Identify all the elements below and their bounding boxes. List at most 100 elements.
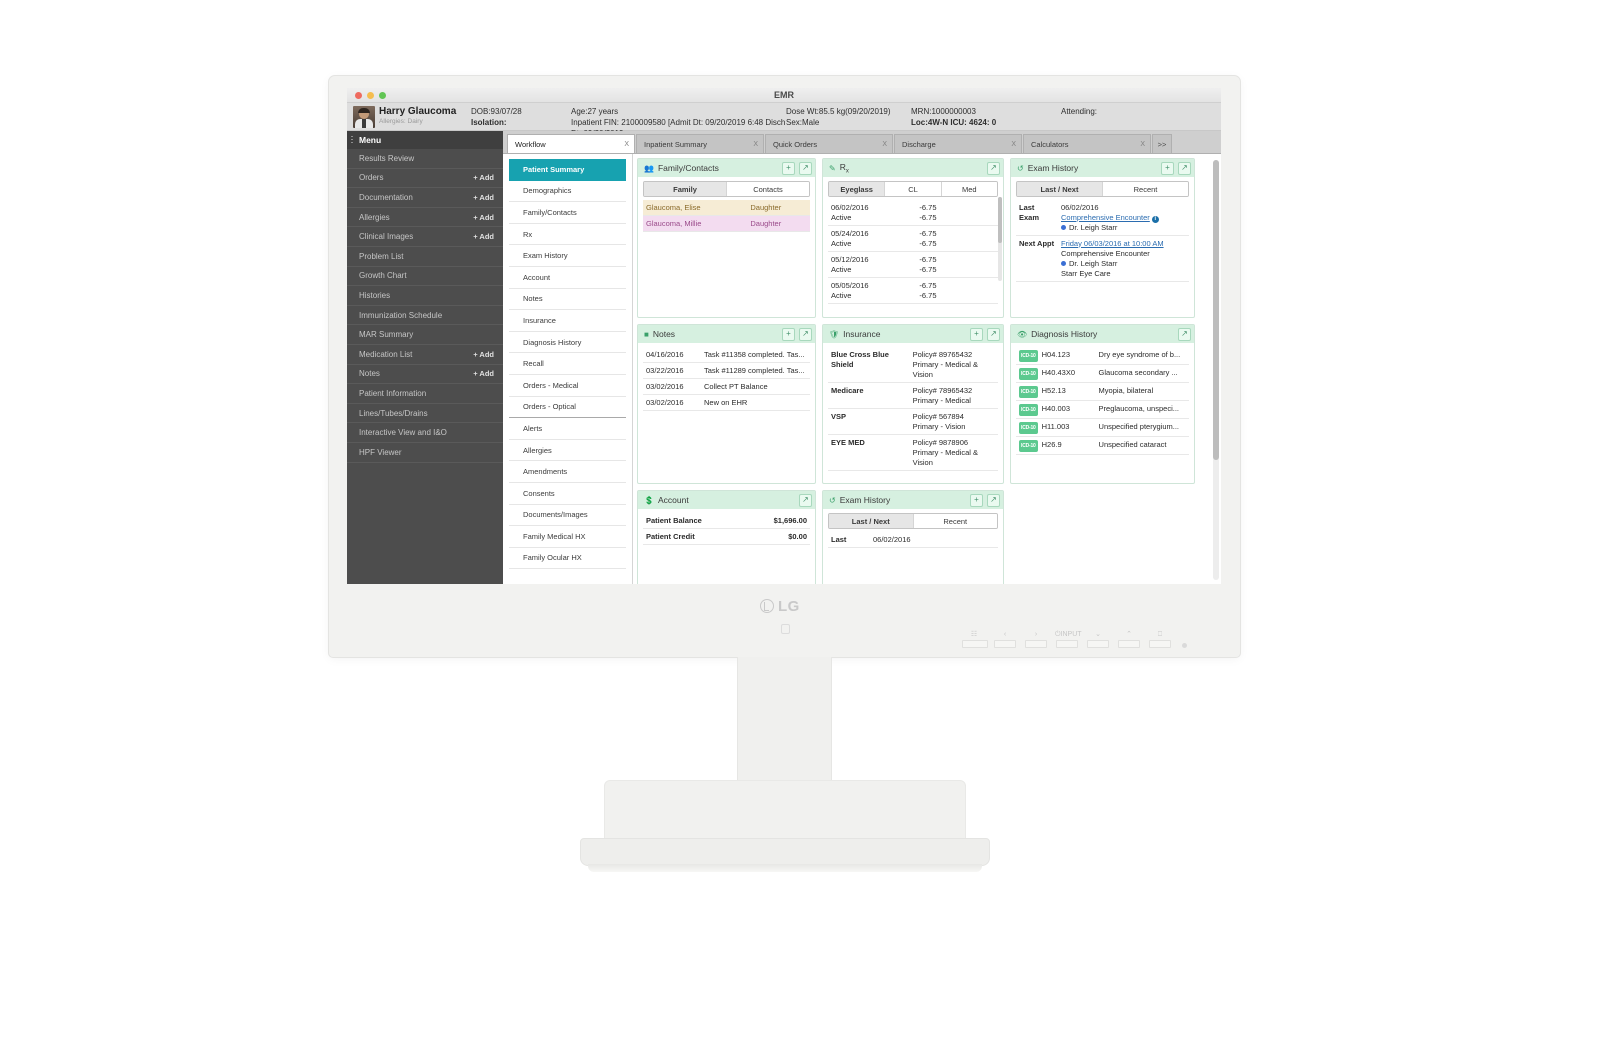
sidebar-item-lines-tubes-drains[interactable]: Lines/Tubes/Drains xyxy=(347,404,503,424)
table-row[interactable]: VSP Policy# 567894 Primary - Vision xyxy=(828,408,998,435)
more-tabs-button[interactable]: >> xyxy=(1152,134,1172,153)
expand-button[interactable]: ↗ xyxy=(1178,161,1191,175)
sidebar-item-allergies[interactable]: Allergies + Add xyxy=(347,208,503,228)
sidebar-item-medication-list[interactable]: Medication List + Add xyxy=(347,345,503,365)
table-row[interactable]: 04/16/2016 Task #11358 completed. Tas... xyxy=(643,347,810,363)
table-row[interactable]: Blue Cross Blue Shield Policy# 89765432 Pr… xyxy=(828,347,998,383)
workflow-nav-item-demographics[interactable]: Demographics xyxy=(509,181,626,203)
tab-contacts[interactable]: Contacts xyxy=(727,182,809,196)
expand-button[interactable]: ↗ xyxy=(987,327,1000,341)
close-icon[interactable]: X xyxy=(1140,141,1145,148)
exam-history-toggle[interactable]: Last / Next Recent xyxy=(1016,181,1189,197)
tab-recent[interactable]: Recent xyxy=(1103,182,1188,196)
table-row[interactable]: 05/24/2016 Active -6.75 -6.75 xyxy=(828,225,998,252)
osd-pad[interactable] xyxy=(962,640,988,648)
sidebar-item-patient-information[interactable]: Patient Information xyxy=(347,384,503,404)
table-row[interactable]: ICD-10 H40.43X0 Glaucoma secondary ... xyxy=(1016,364,1189,383)
expand-button[interactable]: ↗ xyxy=(1178,327,1191,341)
sidebar-item-hpf-viewer[interactable]: HPF Viewer xyxy=(347,443,503,463)
table-row[interactable]: 03/02/2016 Collect PT Balance xyxy=(643,378,810,395)
add-button[interactable]: + xyxy=(782,161,795,175)
add-button[interactable]: + xyxy=(970,493,983,507)
workflow-nav-item-rx[interactable]: Rx xyxy=(509,224,626,246)
osd-pad[interactable] xyxy=(1118,640,1140,648)
expand-button[interactable]: ↗ xyxy=(799,327,812,341)
scrollbar[interactable] xyxy=(998,197,1002,281)
workflow-nav-item-diagnosis-history[interactable]: Diagnosis History xyxy=(509,332,626,354)
table-row[interactable]: ICD-10 H11.003 Unspecified pterygium... xyxy=(1016,418,1189,437)
osd-pad[interactable] xyxy=(1056,640,1078,648)
sidebar-item-mar-summary[interactable]: MAR Summary xyxy=(347,325,503,345)
tab-recent[interactable]: Recent xyxy=(913,514,997,528)
tab-last-next[interactable]: Last / Next xyxy=(829,514,914,528)
sidebar-item-interactive-view-and-i-o[interactable]: Interactive View and I&O xyxy=(347,423,503,443)
table-row[interactable]: ICD-10 H26.9 Unspecified cataract xyxy=(1016,436,1189,455)
table-row[interactable]: 05/05/2016 Active -6.75 -6.75 xyxy=(828,277,998,304)
sidebar-item-add-button[interactable]: + Add xyxy=(473,350,494,359)
tab-last-next[interactable]: Last / Next xyxy=(1017,182,1103,196)
osd-pad[interactable] xyxy=(994,640,1016,648)
sidebar-item-add-button[interactable]: + Add xyxy=(473,232,494,241)
workflow-nav-item-insurance[interactable]: Insurance xyxy=(509,310,626,332)
tab-family[interactable]: Family xyxy=(644,182,727,196)
table-row[interactable]: Glaucoma, Millie Daughter xyxy=(643,215,810,232)
workflow-nav-item-family-ocular-hx[interactable]: Family Ocular HX xyxy=(509,548,626,570)
sidebar-item-growth-chart[interactable]: Growth Chart xyxy=(347,267,503,287)
osd-button-3[interactable]: ⏻INPUT xyxy=(1055,630,1082,648)
osd-pad[interactable] xyxy=(1087,640,1109,648)
dashboard-scrollbar[interactable] xyxy=(1213,160,1219,580)
workflow-nav-item-account[interactable]: Account xyxy=(509,267,626,289)
sidebar-item-notes[interactable]: Notes + Add xyxy=(347,365,503,385)
workflow-nav-item-consents[interactable]: Consents xyxy=(509,483,626,505)
osd-pad[interactable] xyxy=(1025,640,1047,648)
add-button[interactable]: + xyxy=(970,327,983,341)
sidebar-item-histories[interactable]: Histories xyxy=(347,286,503,306)
sidebar-item-add-button[interactable]: + Add xyxy=(473,193,494,202)
workflow-nav-item-family-contacts[interactable]: Family/Contacts xyxy=(509,202,626,224)
table-row[interactable]: ICD-10 H40.003 Preglaucoma, unspeci... xyxy=(1016,400,1189,419)
workflow-nav-item-documents-images[interactable]: Documents/Images xyxy=(509,505,626,527)
close-icon[interactable]: X xyxy=(1011,141,1016,148)
osd-button-6[interactable]: ⎕ xyxy=(1148,630,1172,648)
expand-button[interactable]: ↗ xyxy=(799,493,812,507)
add-button[interactable]: + xyxy=(782,327,795,341)
sidebar-item-add-button[interactable]: + Add xyxy=(473,173,494,182)
table-row[interactable]: Medicare Policy# 78965432 Primary - Medica… xyxy=(828,382,998,409)
sidebar-item-orders[interactable]: Orders + Add xyxy=(347,169,503,189)
rx-toggle[interactable]: Eyeglass CL Med xyxy=(828,181,998,197)
workflow-nav-item-notes[interactable]: Notes xyxy=(509,289,626,311)
osd-button-2[interactable]: › xyxy=(1024,630,1048,648)
osd-button-4[interactable]: ⌄ xyxy=(1086,630,1110,648)
osd-button-1[interactable]: ‹ xyxy=(993,630,1017,648)
exam-history-toggle[interactable]: Last / Next Recent xyxy=(828,513,998,529)
tab-discharge[interactable]: Discharge X xyxy=(894,134,1022,153)
tab-quick-orders[interactable]: Quick Orders X xyxy=(765,134,893,153)
workflow-nav-item-alerts[interactable]: Alerts xyxy=(509,418,626,440)
encounter-link[interactable]: Comprehensive Encounter xyxy=(1061,213,1150,222)
workflow-nav-item-family-medical-hx[interactable]: Family Medical HX xyxy=(509,526,626,548)
table-row[interactable]: Glaucoma, Elise Daughter xyxy=(643,200,810,216)
sidebar-item-results-review[interactable]: Results Review xyxy=(347,149,503,169)
sidebar-item-add-button[interactable]: + Add xyxy=(473,213,494,222)
sidebar-item-add-button[interactable]: + Add xyxy=(473,369,494,378)
osd-button-5[interactable]: ⌃ xyxy=(1117,630,1141,648)
expand-button[interactable]: ↗ xyxy=(987,161,1000,175)
workflow-nav-item-allergies[interactable]: Allergies xyxy=(509,440,626,462)
add-button[interactable]: + xyxy=(1161,161,1174,175)
workflow-nav-item-exam-history[interactable]: Exam History xyxy=(509,245,626,267)
table-row[interactable]: ICD-10 H04.123 Dry eye syndrome of b... xyxy=(1016,347,1189,365)
family-contacts-toggle[interactable]: Family Contacts xyxy=(643,181,810,197)
table-row[interactable]: 06/02/2016 Active -6.75 -6.75 xyxy=(828,200,998,226)
workflow-nav-item-patient-summary[interactable]: Patient Summary xyxy=(509,159,626,181)
sidebar-item-immunization-schedule[interactable]: Immunization Schedule xyxy=(347,306,503,326)
tab-med[interactable]: Med xyxy=(941,182,997,196)
close-icon[interactable]: X xyxy=(882,141,887,148)
table-row[interactable]: 05/12/2016 Active -6.75 -6.75 xyxy=(828,251,998,278)
osd-pad[interactable] xyxy=(1149,640,1171,648)
workflow-nav-item-recall[interactable]: Recall xyxy=(509,353,626,375)
tab-cl[interactable]: CL xyxy=(885,182,942,196)
monitor-osd-controls[interactable]: ☷ ‹ › ⏻INPUT ⌄ ⌃ ⎕ xyxy=(962,630,1172,652)
tab-inpatient-summary[interactable]: Inpatient Summary X xyxy=(636,134,764,153)
table-row[interactable]: Patient Balance $1,696.00 xyxy=(643,513,810,529)
close-icon[interactable]: X xyxy=(753,141,758,148)
